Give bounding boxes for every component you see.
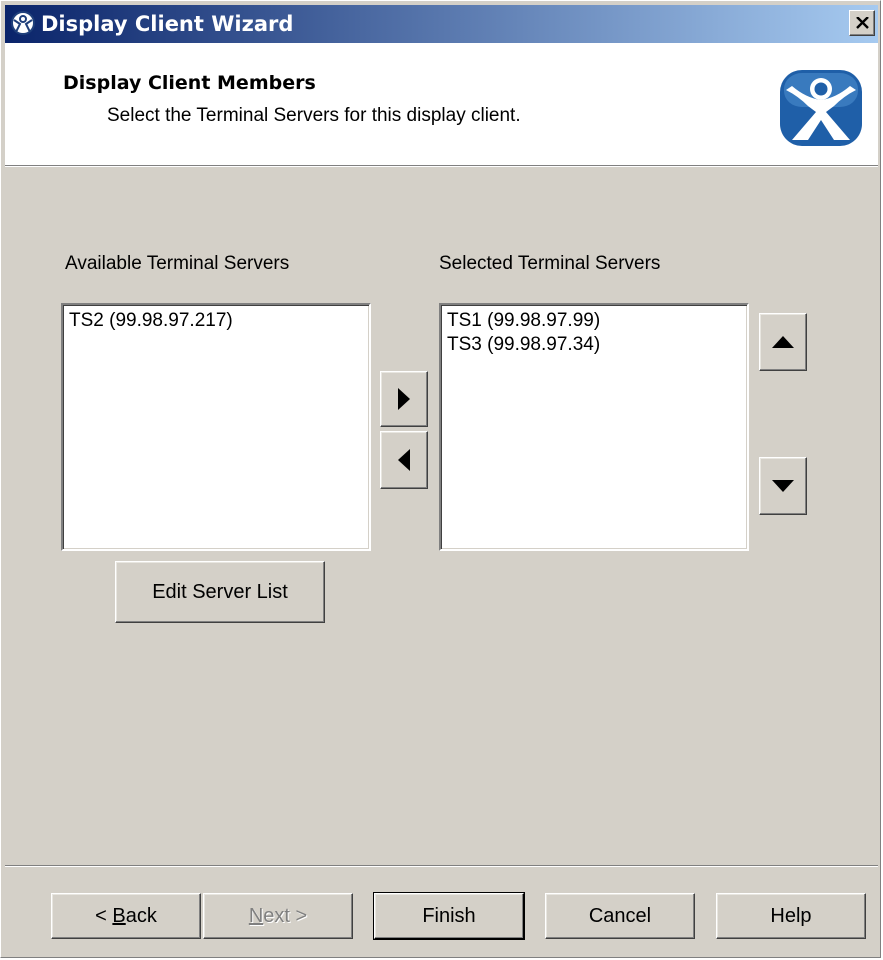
page-subtitle: Select the Terminal Servers for this dis…: [107, 105, 521, 126]
available-servers-list[interactable]: TS2 (99.98.97.217): [61, 303, 371, 551]
wizard-header: Display Client Members Select the Termin…: [5, 43, 878, 165]
window-title: Display Client Wizard: [41, 12, 294, 36]
wizard-window: Display Client Wizard Display Client Mem…: [0, 0, 881, 958]
move-up-button[interactable]: [759, 313, 807, 371]
edit-server-list-button[interactable]: Edit Server List: [115, 561, 325, 623]
available-label: Available Terminal Servers: [65, 253, 290, 274]
arrow-left-icon: [398, 449, 410, 471]
finish-label: Finish: [422, 904, 476, 927]
add-server-button[interactable]: [380, 371, 428, 427]
arrow-down-icon: [772, 480, 794, 492]
help-label: Help: [770, 904, 812, 927]
list-item[interactable]: TS3 (99.98.97.34): [441, 333, 747, 357]
title-bar[interactable]: Display Client Wizard: [5, 5, 878, 43]
help-button[interactable]: Help: [716, 893, 866, 939]
thinmanager-icon: [11, 11, 35, 35]
list-item[interactable]: TS2 (99.98.97.217): [63, 309, 369, 333]
thinmanager-logo-icon: [780, 70, 862, 146]
next-button[interactable]: Next >: [203, 893, 353, 939]
edit-server-list-label: Edit Server List: [152, 580, 288, 603]
list-item[interactable]: TS1 (99.98.97.99): [441, 309, 747, 333]
close-icon: [856, 17, 869, 29]
header-divider: [5, 165, 878, 167]
footer-divider: [5, 865, 878, 867]
arrow-up-icon: [772, 336, 794, 348]
selected-servers-list[interactable]: TS1 (99.98.97.99) TS3 (99.98.97.34): [439, 303, 749, 551]
cancel-label: Cancel: [588, 904, 652, 927]
page-title: Display Client Members: [63, 72, 316, 94]
back-button[interactable]: < Back: [51, 893, 201, 939]
selected-label: Selected Terminal Servers: [439, 253, 661, 274]
remove-server-button[interactable]: [380, 431, 428, 489]
next-label: Next >: [248, 904, 308, 927]
arrow-right-icon: [398, 388, 410, 410]
move-down-button[interactable]: [759, 457, 807, 515]
finish-button[interactable]: Finish: [373, 892, 525, 940]
back-label: < Back: [95, 904, 157, 927]
close-button[interactable]: [849, 10, 875, 36]
cancel-button[interactable]: Cancel: [545, 893, 695, 939]
